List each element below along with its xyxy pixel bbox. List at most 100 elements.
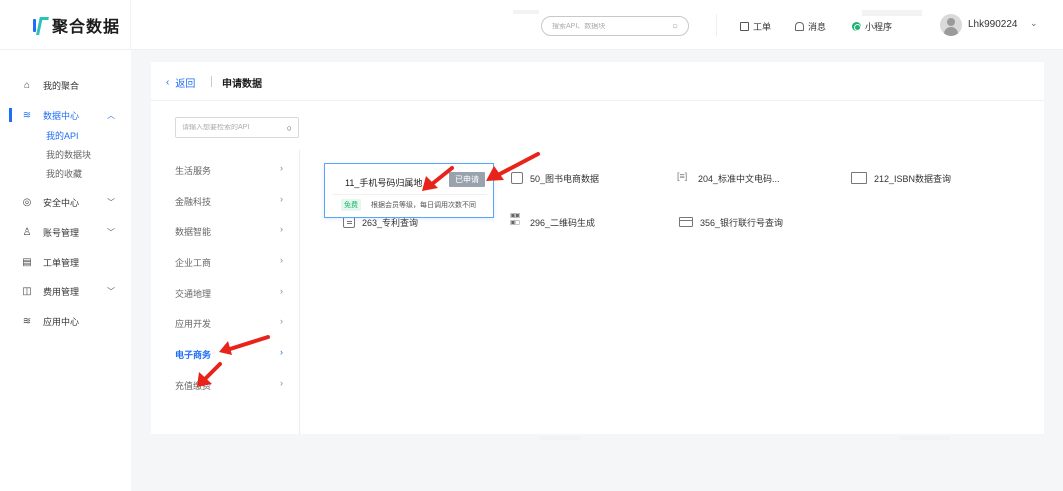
chevron-down-icon[interactable]: ﹀ — [107, 197, 115, 208]
watermark — [862, 10, 922, 16]
sidebar-item-apps[interactable]: ≋ 应用中心 — [0, 312, 130, 330]
category-label: 金融科技 — [175, 197, 212, 207]
category-app-dev[interactable]: 应用开发 › — [175, 315, 290, 331]
category-data-intelligence[interactable]: 数据智能 › — [175, 223, 290, 239]
breadcrumb-separator — [211, 76, 212, 87]
search-icon[interactable]: ○ — [672, 21, 678, 32]
api-name: 296_二维码生成 — [530, 217, 596, 228]
sidebar-item-account[interactable]: ♙ 账号管理 ﹀ — [0, 223, 130, 241]
category-business-registry[interactable]: 企业工商 › — [175, 254, 290, 270]
popover-divider — [333, 194, 487, 195]
api-name: 204_标准中文电码... — [698, 173, 780, 184]
annotation-arrow-icon — [219, 335, 270, 355]
mini-program-link[interactable]: 小程序 — [852, 18, 892, 34]
sidebar-item-label: 我的聚合 — [43, 80, 80, 91]
free-badge: 免费 — [341, 199, 361, 211]
annotation-arrow-icon — [486, 152, 540, 181]
chevron-down-icon[interactable]: ﹀ — [107, 286, 115, 297]
sidebar-item-security[interactable]: ◎ 安全中心 ﹀ — [0, 193, 130, 211]
sidebar-item-tickets[interactable]: ▤ 工单管理 — [0, 253, 130, 271]
qrcode-icon — [510, 212, 523, 228]
watermark — [900, 436, 950, 440]
chevron-up-icon[interactable]: ︿ — [107, 110, 115, 121]
brand-name: 聚合数据 — [52, 19, 121, 36]
back-link[interactable]: ‹ 返回 — [166, 75, 195, 90]
chevron-right-icon: › — [280, 224, 283, 234]
api-item-phone-location[interactable]: 11_手机号码归属地 已申请 免费 根据会员等级，每日调用次数不同 — [324, 163, 494, 218]
ticket-link[interactable]: 工单 — [740, 18, 771, 34]
category-divider — [299, 150, 300, 434]
ticket-icon — [740, 21, 749, 31]
watermark — [513, 10, 539, 14]
sidebar-item-label: 账号管理 — [43, 227, 80, 238]
sidebar-item-label: 数据中心 — [43, 110, 80, 121]
page-title: 申请数据 — [222, 79, 262, 90]
sidebar-item-label: 应用中心 — [43, 316, 80, 327]
sidebar-subitem-my-api[interactable]: 我的API — [46, 129, 79, 142]
category-life-services[interactable]: 生活服务 › — [175, 162, 290, 178]
messages-label: 消息 — [808, 21, 827, 32]
category-label: 数据智能 — [175, 227, 212, 237]
sidebar-item-my-juhe[interactable]: ⌂ 我的聚合 — [0, 76, 130, 94]
sidebar-item-data-center[interactable]: ≋ 数据中心 ︿ — [0, 106, 130, 124]
category-label: 交通地理 — [175, 289, 212, 299]
annotation-arrow-icon — [197, 362, 222, 387]
ticket-icon: ▤ — [22, 256, 32, 268]
messages-link[interactable]: 消息 — [795, 18, 826, 34]
api-name: 11_手机号码归属地 — [345, 178, 423, 188]
chevron-left-icon: ‹ — [166, 77, 170, 88]
category-transport-geo[interactable]: 交通地理 › — [175, 285, 290, 301]
api-item-chinese-telecode[interactable]: 204_标准中文电码... — [677, 170, 780, 186]
header-divider — [130, 0, 131, 50]
sidebar-subitem-favorites[interactable]: 我的收藏 — [46, 167, 82, 180]
category-label: 应用开发 — [175, 319, 212, 329]
chevron-right-icon: › — [280, 347, 283, 357]
user-icon: ♙ — [22, 226, 32, 238]
avatar[interactable] — [940, 14, 962, 36]
back-label: 返回 — [175, 79, 196, 90]
chevron-right-icon: › — [280, 163, 283, 173]
header-separator — [716, 14, 717, 36]
category-label: 企业工商 — [175, 258, 212, 268]
barcode-icon — [677, 171, 691, 184]
category-recharge[interactable]: 充值缴费 › — [175, 377, 290, 393]
api-name: 212_ISBN数据查询 — [874, 173, 952, 184]
book-icon — [851, 172, 867, 184]
category-fintech[interactable]: 金融科技 › — [175, 193, 290, 209]
apps-icon: ≋ — [22, 315, 32, 327]
sidebar-item-billing[interactable]: ◫ 费用管理 ﹀ — [0, 282, 130, 300]
top-header: 聚合数据 ○ 工单 消息 小程序 Lhk990224 ⌄ — [0, 0, 1063, 50]
sidebar-subitem-my-datablock[interactable]: 我的数据块 — [46, 148, 91, 161]
chevron-right-icon: › — [280, 255, 283, 265]
username[interactable]: Lhk990224 — [968, 19, 1018, 30]
api-item-bank-code[interactable]: 356_银行联行号查询 — [679, 214, 783, 230]
chevron-right-icon: › — [280, 316, 283, 326]
search-icon[interactable]: ○ — [287, 123, 292, 133]
quota-description: 根据会员等级，每日调用次数不同 — [371, 202, 476, 209]
sidebar-item-label: 安全中心 — [43, 197, 80, 208]
bell-icon — [795, 21, 804, 31]
ticket-label: 工单 — [753, 21, 772, 32]
title-divider — [151, 100, 1044, 101]
global-search[interactable]: ○ — [541, 16, 689, 36]
wallet-icon: ◫ — [22, 285, 32, 297]
category-label: 生活服务 — [175, 166, 212, 176]
sidebar-item-label: 费用管理 — [43, 286, 80, 297]
api-name: 356_银行联行号查询 — [700, 217, 784, 228]
api-item-isbn[interactable]: 212_ISBN数据查询 — [851, 170, 951, 186]
sidebar-item-label: 工单管理 — [43, 257, 80, 268]
mini-program-icon — [852, 21, 861, 31]
brand-logo[interactable]: 聚合数据 — [32, 14, 120, 36]
annotation-arrow-icon — [422, 166, 454, 191]
chevron-right-icon: › — [280, 194, 283, 204]
chevron-right-icon: › — [280, 286, 283, 296]
chevron-right-icon: › — [280, 378, 283, 388]
api-search[interactable]: ○ — [175, 117, 299, 138]
api-search-input[interactable] — [182, 124, 277, 131]
watermark — [540, 436, 580, 440]
chevron-down-icon[interactable]: ⌄ — [1030, 18, 1038, 29]
global-search-input[interactable] — [552, 22, 662, 30]
chevron-down-icon[interactable]: ﹀ — [107, 227, 115, 238]
api-item-qrcode[interactable]: 296_二维码生成 — [510, 212, 596, 230]
logo-mark-icon — [32, 17, 46, 33]
